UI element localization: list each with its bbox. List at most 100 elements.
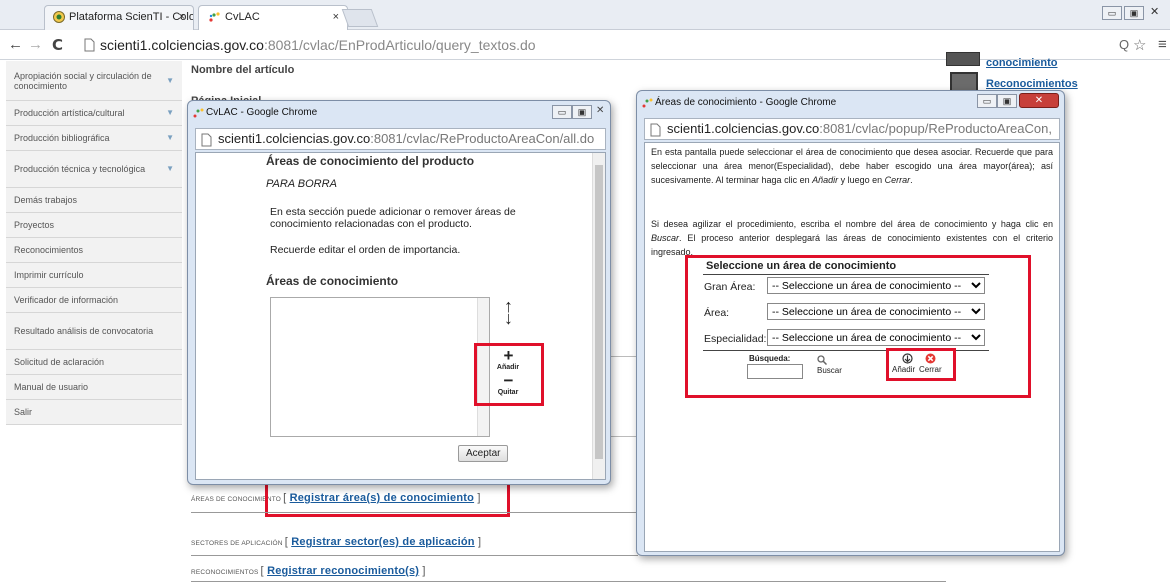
maximize-icon[interactable]: ▣ [572,105,592,119]
sidebar-item-proyectos[interactable]: Proyectos [6,213,182,238]
sidebar-item-resultado[interactable]: Resultado análisis de convocatoria [6,313,182,350]
section-label: RECONOCIMIENTOS [191,569,259,576]
areas-listbox[interactable] [270,297,490,437]
cvlac-favicon-icon [193,108,204,118]
popup-url-bar[interactable]: scienti1.colciencias.gov.co:8081/cvlac/p… [644,118,1060,140]
sidebar-item-imprimir[interactable]: Imprimir currículo [6,263,182,288]
sidebar-item-label: Imprimir currículo [14,270,84,280]
popup-cvlac-window: CvLAC - Google Chrome ▭ ▣ ✕ scienti1.col… [187,100,611,485]
add-label[interactable]: Añadir [494,364,522,371]
scienti-favicon-icon [53,11,65,23]
cvlac-favicon-icon [209,12,220,22]
highlight-area-form [685,255,1031,398]
popup-url-bar[interactable]: scienti1.colciencias.gov.co:8081/cvlac/R… [195,128,606,150]
sidebar-item-apropiacion[interactable]: Apropiación social y circulación de cono… [6,61,182,101]
sidebar-item-manual[interactable]: Manual de usuario [6,375,182,400]
sidebar-item-demas-trabajos[interactable]: Demás trabajos [6,188,182,213]
link-conocimiento[interactable]: conocimiento [986,57,1058,69]
sidebar-item-verificador[interactable]: Verificador de información [6,288,182,313]
sidebar-item-label: Manual de usuario [14,382,89,392]
sidebar-item-label: Producción técnica y tecnológica [14,164,146,174]
sidebar-item-label: Verificador de información [14,295,119,305]
divider [191,512,638,513]
divider [609,356,639,357]
back-icon[interactable]: ← [8,36,23,53]
cvlac-favicon-icon [642,98,653,108]
page-icon [84,38,95,52]
chevron-down-icon: ▼ [166,133,174,142]
registrar-sectores-link[interactable]: Registrar sector(es) de aplicación [291,536,474,548]
url-host: scienti1.colciencias.gov.co [218,131,371,146]
tab-close-icon[interactable]: × [179,11,185,23]
popup-content: En esta pantalla puede seleccionar el ár… [644,142,1060,552]
add-icon[interactable]: + [496,347,521,364]
divider [191,555,638,556]
reload-icon[interactable]: C [52,36,63,54]
sidebar-item-produccion-tecnica[interactable]: Producción técnica y tecnológica ▼ [6,151,182,188]
sidebar-item-label: Reconocimientos [14,245,84,255]
product-name: PARA BORRA [266,178,337,190]
menu-icon[interactable]: ≡ [1158,36,1167,53]
film-icon [946,52,980,66]
section-reconocimientos: RECONOCIMIENTOS [ Registrar reconocimien… [191,565,426,577]
tab-plataforma-scienti[interactable]: Plataforma ScienTI - Colo × [44,5,194,30]
sidebar-item-produccion-artistica[interactable]: Producción artística/cultural ▼ [6,101,182,126]
intro-text: En esta sección puede adicionar o remove… [270,206,516,230]
section-sectores: SECTORES DE APLICACIÓN [ Registrar secto… [191,536,481,548]
bookmark-star-icon[interactable]: ☆ [1133,36,1146,54]
chevron-down-icon: ▼ [166,164,174,173]
text-part: . El proceso anterior desplegará las áre… [651,233,1053,257]
aceptar-button[interactable]: Aceptar [458,445,509,462]
sidebar-item-salir[interactable]: Salir [6,400,182,425]
url-path: :8081/cvlac/ReProductoAreaCon/all.do [370,131,595,146]
sidebar: Apropiación social y circulación de cono… [6,61,182,425]
remove-icon[interactable]: − [496,372,521,389]
move-down-icon[interactable]: ↓ [504,309,513,327]
tab-cvlac[interactable]: CvLAC × [198,5,348,30]
sidebar-item-label: Producción artística/cultural [14,108,125,118]
text-part: Cerrar [884,175,911,185]
popup-content: Áreas de conocimiento del producto PARA … [195,152,606,480]
close-icon[interactable]: ✕ [1019,93,1059,108]
forward-icon[interactable]: → [28,36,43,53]
areas-subheading: Áreas de conocimiento [266,274,399,288]
sidebar-item-solicitud[interactable]: Solicitud de aclaración [6,350,182,375]
maximize-icon[interactable]: ▣ [1124,6,1144,20]
minimize-icon[interactable]: ▭ [552,105,572,119]
minimize-icon[interactable]: ▭ [1102,6,1122,20]
tab-label: Plataforma ScienTI - Colo [69,11,194,23]
zoom-icon[interactable]: Q [1119,37,1129,52]
link-reconocimientos[interactable]: Reconocimientos [986,78,1078,90]
registrar-reconocimientos-link[interactable]: Registrar reconocimiento(s) [267,565,419,577]
page-icon [650,123,661,137]
sidebar-item-label: Proyectos [14,220,55,230]
text-part: Buscar [651,233,680,243]
url-path: :8081/cvlac/EnProdArticulo/query_textos.… [263,37,536,53]
text-part: . [910,175,913,185]
sidebar-item-produccion-bibliografica[interactable]: Producción bibliográfica ▼ [6,126,182,151]
tab-close-icon[interactable]: × [333,11,339,23]
maximize-icon[interactable]: ▣ [997,94,1017,108]
url-host: scienti1.colciencias.gov.co [100,37,264,53]
sidebar-item-label: Apropiación social y circulación de cono… [14,70,152,91]
divider [191,581,946,582]
new-tab-button[interactable] [341,9,379,27]
popup-title: CvLAC - Google Chrome [206,107,318,118]
nombre-articulo-label: Nombre del artículo [191,64,295,76]
close-icon[interactable]: ✕ [596,105,604,116]
window-close-icon[interactable]: ✕ [1150,5,1159,18]
popup-title: Áreas de conocimiento - Google Chrome [655,97,837,108]
popup-scrollbar[interactable] [592,153,605,479]
popup-areas-window: Áreas de conocimiento - Google Chrome ▭ … [636,90,1065,556]
tab-label: CvLAC [225,11,260,23]
search-instructions-text: Si desea agilizar el procedimiento, escr… [651,217,1053,259]
remove-label[interactable]: Quitar [494,389,522,396]
sidebar-item-reconocimientos[interactable]: Reconocimientos [6,238,182,263]
minimize-icon[interactable]: ▭ [977,94,997,108]
reminder-text: Recuerde editar el orden de importancia. [270,244,461,256]
scrollbar-thumb[interactable] [595,165,603,459]
bracket-close: ] [419,565,426,577]
sidebar-item-label: Demás trabajos [14,195,78,205]
url-host: scienti1.colciencias.gov.co [667,121,820,136]
sidebar-item-label: Solicitud de aclaración [14,357,105,367]
